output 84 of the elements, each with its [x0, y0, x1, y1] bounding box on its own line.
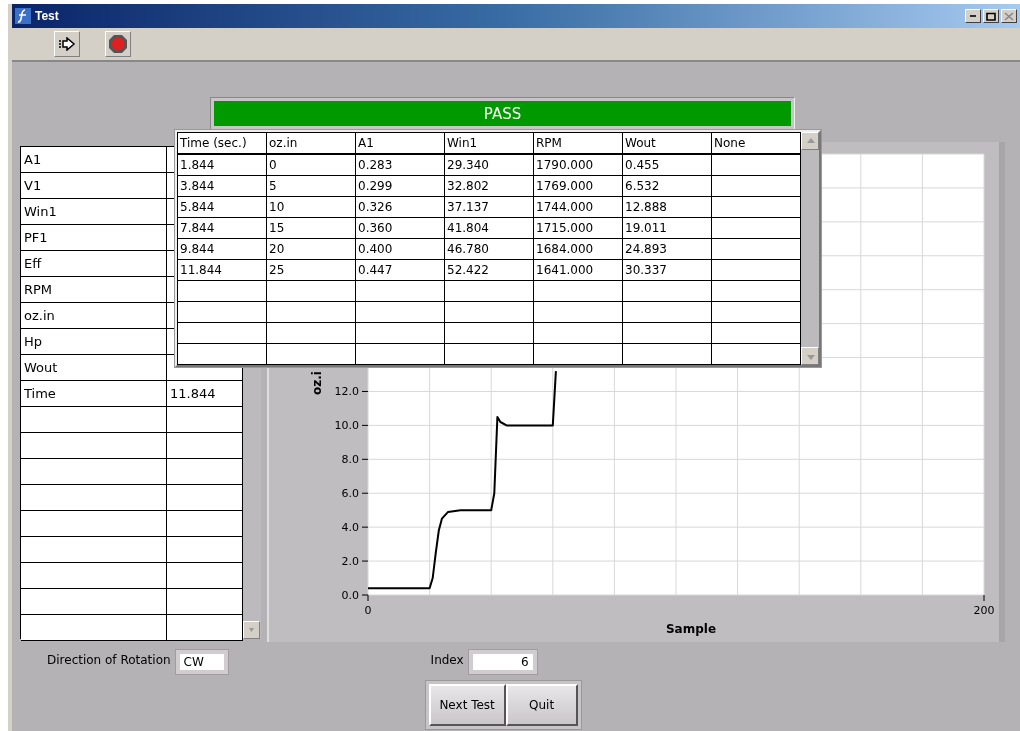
table-cell: 25	[267, 260, 356, 281]
minimize-button[interactable]	[965, 9, 981, 23]
table-cell: 0.283	[356, 155, 445, 176]
tick-label: 8.0	[341, 453, 359, 467]
table-cell: 1684.000	[534, 239, 623, 260]
run-button[interactable]	[54, 31, 80, 57]
pass-indicator: PASS	[214, 101, 791, 126]
table-cell: 5.844	[178, 197, 267, 218]
close-button[interactable]	[1001, 9, 1017, 23]
window-title: Test	[35, 9, 60, 23]
table-cell: 0	[267, 155, 356, 176]
table-cell: 1790.000	[534, 155, 623, 176]
table-cell: 0.455	[623, 155, 712, 176]
table-cell: A1	[21, 147, 167, 173]
column-header: RPM	[534, 133, 623, 155]
table-cell: 0.400	[356, 239, 445, 260]
minimize-icon	[970, 15, 976, 17]
table-cell: 37.137	[445, 197, 534, 218]
table-cell: 1744.000	[534, 197, 623, 218]
field-label: Index	[430, 653, 464, 669]
app-logo-icon	[15, 8, 31, 24]
table-cell: 52.422	[445, 260, 534, 281]
column-header: A1	[356, 133, 445, 155]
table-cell: 1715.000	[534, 218, 623, 239]
table-cell: Win1	[21, 199, 167, 225]
table-cell: 0.299	[356, 176, 445, 197]
table-cell: 41.804	[445, 218, 534, 239]
tick-label: 10.0	[334, 419, 359, 433]
table-cell: 3.844	[178, 176, 267, 197]
table-cell: 15	[267, 218, 356, 239]
column-header: Win1	[445, 133, 534, 155]
table-cell: 1.844	[178, 155, 267, 176]
table-cell: 46.780	[445, 239, 534, 260]
table-cell: Time	[21, 381, 167, 407]
direction-field[interactable]: CW	[175, 650, 228, 674]
table-cell: 0.326	[356, 197, 445, 218]
column-header: Time (sec.)	[178, 133, 267, 155]
close-icon	[1004, 11, 1014, 21]
action-button[interactable]: Next Test	[428, 684, 506, 726]
table-cell: 24.893	[623, 239, 712, 260]
column-header: None	[712, 133, 801, 155]
table-cell: 29.340	[445, 155, 534, 176]
table-cell: V1	[21, 173, 167, 199]
table-cell: 32.802	[445, 176, 534, 197]
table-cell: 6.532	[623, 176, 712, 197]
column-header: Wout	[623, 133, 712, 155]
tick-label: 2.0	[341, 555, 359, 569]
table-cell: PF1	[21, 225, 167, 251]
stop-button[interactable]	[105, 31, 131, 57]
field-label: Direction of Rotation	[47, 653, 171, 669]
table-cell: Hp	[21, 329, 167, 355]
tick-label: 12.0	[334, 385, 359, 399]
table-cell: RPM	[21, 277, 167, 303]
index-field[interactable]: 6	[468, 650, 537, 674]
table-cell: oz.in	[21, 303, 167, 329]
maximize-icon	[986, 11, 996, 21]
tick-label: 0	[364, 604, 372, 617]
table-cell: 12.888	[623, 197, 712, 218]
stop-icon	[108, 34, 128, 54]
table-cell: 5	[267, 176, 356, 197]
column-header: oz.in	[267, 133, 356, 155]
table-cell: 7.844	[178, 218, 267, 239]
table-cell: Wout	[21, 355, 167, 381]
table-cell: 11.844	[167, 381, 243, 407]
maximize-button[interactable]	[983, 9, 999, 23]
table-cell: 20	[267, 239, 356, 260]
table-cell: 1769.000	[534, 176, 623, 197]
table-cell: 9.844	[178, 239, 267, 260]
table-cell: 1641.000	[534, 260, 623, 281]
action-button[interactable]: Quit	[505, 684, 578, 726]
tick-label: 0.0	[341, 589, 359, 602]
table-cell: 0.360	[356, 218, 445, 239]
table-cell: 0.447	[356, 260, 445, 281]
table-cell: 11.844	[178, 260, 267, 281]
axis-label: oz.i	[310, 371, 324, 395]
tick-label: 200	[973, 604, 995, 617]
tick-label: 4.0	[341, 521, 359, 535]
table-cell: 10	[267, 197, 356, 218]
run-arrow-icon	[58, 37, 76, 51]
axis-label: Sample	[665, 622, 717, 636]
table-cell: 19.011	[623, 218, 712, 239]
table-cell: Eff	[21, 251, 167, 277]
table-cell: 30.337	[623, 260, 712, 281]
tick-label: 6.0	[341, 487, 359, 501]
